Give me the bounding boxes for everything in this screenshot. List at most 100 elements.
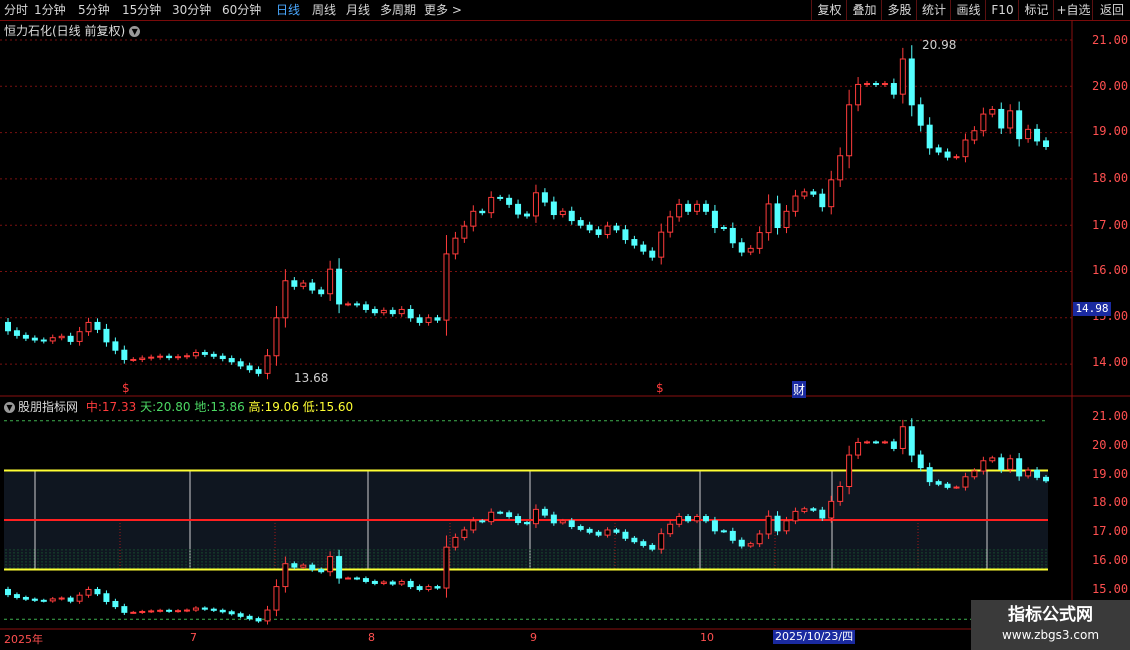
main-candle-body — [497, 196, 504, 199]
main-candle-body — [291, 280, 298, 287]
price-axis-tick: 18.00 — [1092, 171, 1129, 185]
indicator-candle-body — [121, 606, 128, 613]
dividend-mark[interactable]: $ — [122, 381, 130, 395]
main-candle-body — [559, 210, 566, 216]
main-candle-body — [416, 317, 423, 323]
financial-report-mark[interactable]: 财 — [792, 381, 807, 398]
main-candle-body — [246, 365, 253, 371]
indicator-candle-body — [139, 610, 146, 613]
indicator-candle-body — [774, 515, 781, 532]
main-candle-body — [166, 355, 173, 359]
main-candle-body — [568, 210, 575, 222]
kline-chart[interactable] — [0, 0, 1130, 650]
main-candle-body — [130, 358, 137, 361]
main-candle-body — [479, 210, 486, 214]
date-axis-label: 9 — [530, 631, 537, 644]
main-candle-body — [747, 247, 754, 253]
main-candle-body — [148, 356, 155, 359]
main-candle-body — [613, 225, 620, 231]
watermark-title: 指标公式网 — [1008, 605, 1093, 625]
indicator-candle-body — [22, 596, 29, 600]
main-candle-body — [264, 355, 271, 374]
indicator-candle-body — [336, 556, 343, 579]
main-candle-body — [461, 225, 468, 239]
main-candle-body — [40, 339, 47, 342]
indicator-candle-body — [577, 526, 584, 530]
indicator-legend: ▼ 股朋指标网 中:17.33 天:20.80 地:13.86 高:19.06 低… — [4, 398, 353, 415]
main-candle-body — [685, 203, 692, 212]
indicator-candle-body — [130, 611, 137, 614]
indicator-candle-body — [192, 607, 199, 611]
indicator-candle-body — [398, 580, 405, 585]
main-candle-body — [336, 268, 343, 305]
indicator-axis-tick: 20.00 — [1092, 438, 1129, 452]
main-candle-body — [470, 210, 477, 227]
main-candle-body — [756, 232, 763, 249]
main-candle-body — [425, 317, 432, 323]
indicator-candle-body — [837, 486, 844, 502]
main-candle-body — [31, 337, 38, 341]
main-candle-body — [524, 213, 530, 217]
indicator-candle-body — [586, 528, 593, 533]
main-candle-body — [183, 355, 190, 358]
main-candle-body — [595, 229, 602, 235]
indicator-candle-body — [255, 618, 262, 622]
main-candle-body — [676, 203, 683, 218]
indicator-sky-value: 20.80 — [156, 400, 191, 414]
chevron-down-icon[interactable]: ▼ — [4, 402, 15, 413]
main-candle-body — [22, 334, 29, 339]
indicator-candle-body — [532, 508, 539, 525]
main-candle-body — [765, 203, 772, 234]
indicator-axis-tick: 16.00 — [1092, 553, 1129, 567]
indicator-high-value: 19.06 — [264, 400, 299, 414]
indicator-candle-body — [595, 531, 602, 536]
date-axis-label: 7 — [190, 631, 197, 644]
main-candle-body — [112, 341, 119, 351]
indicator-ground-value: 13.86 — [210, 400, 245, 414]
indicator-candle-body — [953, 486, 960, 489]
indicator-candle-body — [13, 594, 20, 598]
main-candle-body — [345, 303, 352, 306]
indicator-axis-tick: 17.00 — [1092, 524, 1129, 538]
price-axis-tick: 19.00 — [1092, 124, 1129, 138]
indicator-candle-body — [881, 441, 888, 444]
indicator-candle-body — [962, 476, 969, 488]
main-candle-body — [76, 331, 83, 342]
indicator-candle-body — [756, 533, 763, 545]
indicator-low-value: 15.60 — [318, 400, 354, 414]
indicator-candle-body — [31, 598, 38, 601]
indicator-candle-body — [157, 609, 164, 612]
indicator-high-label: 高: — [248, 400, 265, 414]
main-candle-body — [658, 231, 665, 258]
main-candle-body — [139, 357, 146, 360]
indicator-candle-body — [890, 441, 897, 449]
price-axis-tick: 17.00 — [1092, 218, 1129, 232]
main-candle-body — [389, 309, 396, 315]
main-candle-body — [353, 303, 360, 306]
dividend-mark[interactable]: $ — [656, 381, 664, 395]
main-candle-body — [1043, 140, 1049, 147]
indicator-candle-body — [855, 441, 862, 456]
indicator-candle-body — [559, 520, 566, 524]
main-candle-body — [94, 321, 101, 330]
indicator-candle-body — [273, 586, 280, 611]
high-price-marker: 20.98 — [922, 38, 957, 52]
indicator-candle-body — [613, 529, 620, 533]
main-candle-body — [58, 335, 65, 339]
main-candle-body — [774, 203, 781, 229]
main-candle-body — [649, 250, 656, 258]
main-candle-body — [944, 151, 951, 158]
chevron-down-icon[interactable]: ▼ — [129, 26, 141, 37]
main-candle-body — [532, 192, 539, 217]
main-chart-title: 恒力石化(日线 前复权) ▼ — [4, 22, 141, 39]
main-candle-body — [1025, 128, 1032, 140]
low-price-marker: 13.68 — [294, 371, 329, 385]
main-candle-body — [398, 308, 405, 315]
indicator-candle-body — [407, 580, 414, 588]
main-candle-body — [309, 282, 316, 291]
indicator-candle-body — [371, 580, 378, 584]
indicator-candle-body — [765, 515, 772, 535]
indicator-candle-body — [872, 441, 879, 444]
indicator-candle-body — [103, 593, 110, 602]
main-candle-body — [783, 210, 790, 229]
